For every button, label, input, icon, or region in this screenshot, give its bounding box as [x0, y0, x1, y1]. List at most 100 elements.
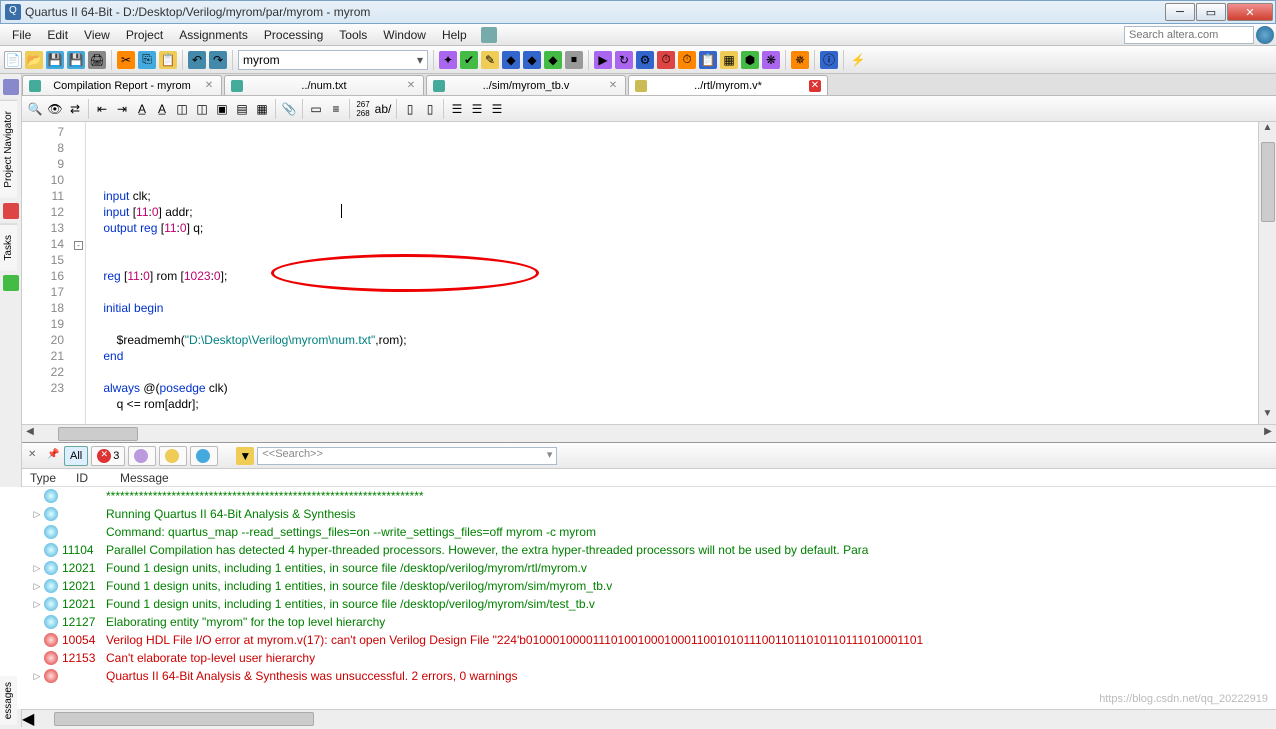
- pin-panel-icon[interactable]: 📌: [47, 449, 61, 463]
- compile-icon[interactable]: ▶: [594, 51, 612, 69]
- rail-icon[interactable]: [3, 275, 19, 291]
- maximize-button[interactable]: ▭: [1196, 3, 1226, 21]
- save-icon[interactable]: 💾: [46, 51, 64, 69]
- close-tab-icon[interactable]: ✕: [809, 80, 821, 92]
- tool-icon[interactable]: ✦: [439, 51, 457, 69]
- tool-icon[interactable]: ✔: [460, 51, 478, 69]
- ed-tool-icon[interactable]: ◫: [173, 100, 191, 118]
- ed-tool-icon[interactable]: 👁: [46, 100, 64, 118]
- tool-icon[interactable]: ⏱: [678, 51, 696, 69]
- ed-tool-icon[interactable]: ▦: [253, 100, 271, 118]
- stop-icon[interactable]: ⏹: [565, 51, 583, 69]
- redo-icon[interactable]: ↷: [209, 51, 227, 69]
- ed-tool-icon[interactable]: 🔍: [26, 100, 44, 118]
- help-icon[interactable]: ⓘ: [820, 51, 838, 69]
- tool-icon[interactable]: ↻: [615, 51, 633, 69]
- ed-tool-icon[interactable]: ☰: [468, 100, 486, 118]
- tool-icon[interactable]: ⚡: [849, 51, 867, 69]
- scroll-thumb[interactable]: [58, 427, 138, 441]
- rail-icon[interactable]: [3, 79, 19, 95]
- tool-icon[interactable]: ▦: [720, 51, 738, 69]
- ed-tool-icon[interactable]: ▭: [307, 100, 325, 118]
- rail-tab-messages[interactable]: essages: [0, 676, 17, 725]
- project-combo[interactable]: myrom: [238, 50, 428, 70]
- ed-tool-icon[interactable]: ▤: [233, 100, 251, 118]
- scroll-thumb[interactable]: [54, 712, 314, 726]
- tool-icon[interactable]: ⏱: [657, 51, 675, 69]
- menu-view[interactable]: View: [76, 26, 118, 44]
- new-file-icon[interactable]: 📄: [4, 51, 22, 69]
- tab-compilation-report[interactable]: Compilation Report - myrom ✕: [22, 75, 222, 95]
- indent-left-icon[interactable]: ⇤: [93, 100, 111, 118]
- messages-scrollbar[interactable]: ◀: [22, 709, 1276, 727]
- code-area[interactable]: input clk; input [11:0] addr; output reg…: [86, 122, 1276, 424]
- ed-tool-icon[interactable]: 267268: [354, 100, 372, 118]
- tool-icon[interactable]: ◆: [544, 51, 562, 69]
- scroll-left-icon[interactable]: ◀: [22, 426, 38, 442]
- scroll-down-icon[interactable]: ▼: [1263, 408, 1273, 424]
- tab-myrom-tb[interactable]: ../sim/myrom_tb.v ✕: [426, 75, 626, 95]
- close-tab-icon[interactable]: ✕: [203, 80, 215, 92]
- help-flag-icon[interactable]: [481, 27, 497, 43]
- filter-warnings-button[interactable]: [159, 446, 187, 466]
- close-button[interactable]: ✕: [1227, 3, 1273, 21]
- menu-edit[interactable]: Edit: [39, 26, 76, 44]
- ed-tool-icon[interactable]: ab/: [374, 100, 392, 118]
- menu-file[interactable]: File: [4, 26, 39, 44]
- ed-tool-icon[interactable]: ▯: [421, 100, 439, 118]
- ed-tool-icon[interactable]: ☰: [488, 100, 506, 118]
- rail-tab-navigator[interactable]: Project Navigator: [0, 100, 17, 198]
- filter-errors-button[interactable]: 3: [91, 446, 125, 466]
- save-all-icon[interactable]: 💾: [67, 51, 85, 69]
- scroll-thumb[interactable]: [1261, 142, 1275, 222]
- rail-tab-tasks[interactable]: Tasks: [0, 224, 17, 271]
- tool-icon[interactable]: ◆: [502, 51, 520, 69]
- menu-window[interactable]: Window: [375, 26, 434, 44]
- ed-tool-icon[interactable]: ≡: [327, 100, 345, 118]
- scroll-up-icon[interactable]: ▲: [1263, 122, 1273, 138]
- rail-icon[interactable]: [3, 203, 19, 219]
- close-tab-icon[interactable]: ✕: [405, 80, 417, 92]
- filter-funnel-icon[interactable]: ▼: [236, 447, 254, 465]
- print-icon[interactable]: 🖨: [88, 51, 106, 69]
- tool-icon[interactable]: ✵: [791, 51, 809, 69]
- tool-icon[interactable]: ⬢: [741, 51, 759, 69]
- open-icon[interactable]: 📂: [25, 51, 43, 69]
- menu-help[interactable]: Help: [434, 26, 475, 44]
- code-editor[interactable]: 7891011121314151617181920212223 - input …: [22, 122, 1276, 424]
- messages-body[interactable]: ****************************************…: [0, 487, 1276, 709]
- indent-right-icon[interactable]: ⇥: [113, 100, 131, 118]
- undo-icon[interactable]: ↶: [188, 51, 206, 69]
- scroll-left-icon[interactable]: ◀: [22, 709, 34, 729]
- ed-tool-icon[interactable]: ☰: [448, 100, 466, 118]
- ed-tool-icon[interactable]: A̲: [133, 100, 151, 118]
- cut-icon[interactable]: ✂: [117, 51, 135, 69]
- tab-num-txt[interactable]: ../num.txt ✕: [224, 75, 424, 95]
- scroll-right-icon[interactable]: ▶: [1260, 426, 1276, 442]
- fold-column[interactable]: -: [72, 122, 86, 424]
- bookmark-icon[interactable]: 📎: [280, 100, 298, 118]
- ed-tool-icon[interactable]: A̲: [153, 100, 171, 118]
- search-input[interactable]: [1124, 26, 1254, 44]
- menu-assignments[interactable]: Assignments: [171, 26, 256, 44]
- filter-all-button[interactable]: All: [64, 446, 88, 466]
- filter-flag-button[interactable]: [128, 446, 156, 466]
- minimize-button[interactable]: ─: [1165, 3, 1195, 21]
- tool-icon[interactable]: ✎: [481, 51, 499, 69]
- horizontal-scrollbar[interactable]: ◀ ▶: [22, 424, 1276, 442]
- tool-icon[interactable]: ◆: [523, 51, 541, 69]
- ed-tool-icon[interactable]: ▣: [213, 100, 231, 118]
- menu-processing[interactable]: Processing: [256, 26, 331, 44]
- tool-icon[interactable]: ⚙: [636, 51, 654, 69]
- paste-icon[interactable]: 📋: [159, 51, 177, 69]
- close-panel-icon[interactable]: ✕: [28, 449, 42, 463]
- tool-icon[interactable]: 📋: [699, 51, 717, 69]
- ed-tool-icon[interactable]: ⇄: [66, 100, 84, 118]
- vertical-scrollbar[interactable]: ▲ ▼: [1258, 122, 1276, 424]
- menu-tools[interactable]: Tools: [331, 26, 375, 44]
- ed-tool-icon[interactable]: ◫: [193, 100, 211, 118]
- tool-icon[interactable]: ❋: [762, 51, 780, 69]
- menu-project[interactable]: Project: [118, 26, 171, 44]
- ed-tool-icon[interactable]: ▯: [401, 100, 419, 118]
- copy-icon[interactable]: ⎘: [138, 51, 156, 69]
